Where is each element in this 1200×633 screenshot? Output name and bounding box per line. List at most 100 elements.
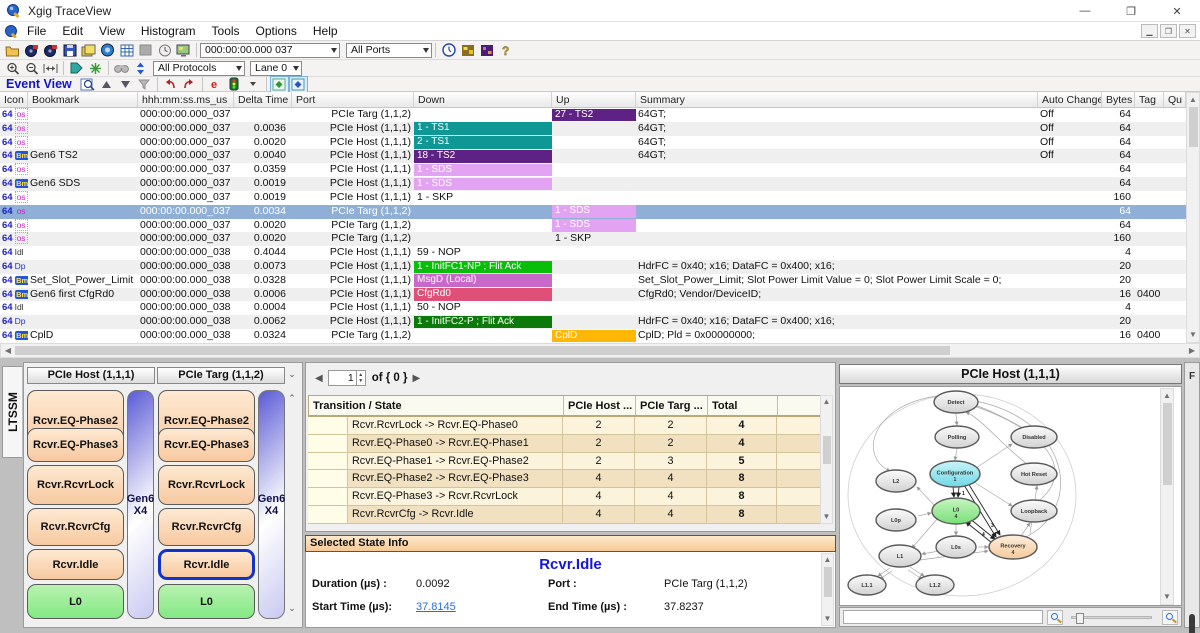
state-node-polling[interactable]: Polling <box>935 426 979 448</box>
ltssm-state-l0[interactable]: L0 <box>158 584 255 619</box>
packet-bar[interactable]: 1 - InitFC2-P ; Flit Ack <box>414 316 552 329</box>
marker-toggle-icon[interactable] <box>271 77 288 92</box>
time-position-combo[interactable]: 000:00:00.000 037 <box>200 43 340 58</box>
ltssm-state-rcvr-rcvrlock[interactable]: Rcvr.RcvrLock <box>27 465 124 505</box>
scroll-right-icon[interactable]: ▶ <box>1187 347 1197 355</box>
stop-icon[interactable] <box>137 43 154 58</box>
info-clock-icon[interactable] <box>440 43 457 58</box>
transition-row[interactable]: Rcvr.EQ-Phase3 -> Rcvr.RcvrLock448 <box>308 488 821 506</box>
table-row[interactable]: 64Idl000:00:00.000_0380.4044PCIe Host (1… <box>0 246 1186 260</box>
minimize-button[interactable]: — <box>1062 0 1108 22</box>
ltssm-state-l0[interactable]: L0 <box>27 584 124 619</box>
column-header-qu[interactable]: Qu <box>1164 92 1186 107</box>
packet-bar[interactable]: CplD <box>552 330 636 343</box>
ltssm-state-rcvr-eq-phase3[interactable]: Rcvr.EQ-Phase3 <box>158 428 255 462</box>
find-error-icon[interactable]: e <box>207 77 224 92</box>
trigger-caret-icon[interactable] <box>245 77 262 92</box>
state-node-l0[interactable]: L04 <box>932 498 980 524</box>
table-row[interactable]: 64os000:00:00.000_0370.0020PCIe Targ (1,… <box>0 219 1186 233</box>
transition-row[interactable]: Rcvr.RcvrCfg -> Rcvr.Idle448 <box>308 506 821 524</box>
menu-histogram[interactable]: Histogram <box>133 22 204 40</box>
column-header-icon[interactable]: Icon <box>0 92 28 107</box>
ltssm-side-tab[interactable]: LTSSM <box>2 366 22 458</box>
state-node-l0s[interactable]: L0s <box>936 536 976 558</box>
table-row[interactable]: 64os000:00:00.000_0370.0359PCIe Host (1,… <box>0 163 1186 177</box>
packet-bar[interactable]: 1 - SDS <box>414 178 552 191</box>
state-node-detect[interactable]: Detect <box>934 391 978 413</box>
lane-combo[interactable]: Lane 0 <box>250 61 302 76</box>
transition-row[interactable]: Rcvr.EQ-Phase1 -> Rcvr.EQ-Phase2235 <box>308 453 821 471</box>
ltssm-port-header[interactable]: PCIe Targ (1,1,2) <box>157 367 285 384</box>
transition-row[interactable]: Rcvr.EQ-Phase2 -> Rcvr.EQ-Phase3448 <box>308 470 821 488</box>
mdi-close-button[interactable]: ✕ <box>1179 24 1196 38</box>
table-row[interactable]: 64BmGen6 SDS000:00:00.000_0370.0019PCIe … <box>0 177 1186 191</box>
scroll-up-icon[interactable]: ▲ <box>821 398 832 406</box>
scroll-down-icon[interactable]: ▼ <box>1187 331 1199 339</box>
pcie-targ-header[interactable]: PCIe Targ ... <box>636 396 708 415</box>
packet-bar[interactable]: 1 - InitFC1-NP ; Flit Ack <box>414 261 552 274</box>
state-node-recovery[interactable]: Recovery4 <box>989 535 1037 559</box>
packet-bar[interactable]: MsgD (Local) <box>414 274 552 287</box>
ltssm-state-rcvr-eq-phase3[interactable]: Rcvr.EQ-Phase3 <box>27 428 124 462</box>
trigger-light-icon[interactable] <box>226 77 243 92</box>
table-row[interactable]: 64BmGen6 first CfgRd0000:00:00.000_0380.… <box>0 288 1186 302</box>
state-diagram[interactable]: Detect Polling Disabled Configuration1 Hot R… <box>840 387 1160 605</box>
scroll-down-icon[interactable]: ▼ <box>821 513 832 521</box>
grid-view-icon[interactable] <box>118 43 135 58</box>
ltssm-state-rcvr-idle[interactable]: Rcvr.Idle <box>27 549 124 580</box>
zoom-out-button[interactable] <box>1047 610 1063 625</box>
column-header-down[interactable]: Down <box>414 92 552 107</box>
pcie-host-header[interactable]: PCIe Host ... <box>564 396 636 415</box>
nav-next-icon[interactable]: ▶ <box>408 373 426 384</box>
table-row[interactable]: 64Dp000:00:00.000_0380.0073PCIe Host (1,… <box>0 260 1186 274</box>
table-row[interactable]: 64os000:00:00.000_0370.0020PCIe Host (1,… <box>0 136 1186 150</box>
state-node-hot-reset[interactable]: Hot Reset <box>1011 463 1057 485</box>
transition-state-header[interactable]: Transition / State <box>309 396 564 415</box>
menu-file[interactable]: File <box>19 22 54 40</box>
event-table-hscrollbar[interactable]: ◀ ▶ <box>0 343 1200 358</box>
packet-bar[interactable]: CfgRd0 <box>414 288 552 301</box>
fit-width-icon[interactable] <box>42 61 59 76</box>
column-header-tag[interactable]: Tag <box>1135 92 1164 107</box>
scroll-up-icon[interactable]: ▲ <box>1161 392 1173 400</box>
state-node-disabled[interactable]: Disabled <box>1011 426 1057 448</box>
event-table-vscrollbar[interactable]: ▲ ▼ <box>1186 92 1200 343</box>
ltssm-port-header[interactable]: PCIe Host (1,1,1) <box>27 367 155 384</box>
zoom-slider[interactable] <box>1071 616 1152 619</box>
table-row[interactable]: 64Idl000:00:00.000_0380.0004PCIe Host (1… <box>0 301 1186 315</box>
state-node-configuration[interactable]: Configuration1 <box>930 461 980 487</box>
state-node-l1[interactable]: L1 <box>879 545 921 567</box>
transition-row[interactable]: Rcvr.EQ-Phase0 -> Rcvr.EQ-Phase1224 <box>308 435 821 453</box>
restore-button[interactable]: ❐ <box>1108 0 1154 22</box>
expert-view-icon[interactable] <box>459 43 476 58</box>
table-row[interactable]: 64BmSet_Slot_Power_Limit000:00:00.000_03… <box>0 274 1186 288</box>
column-header-delta-time[interactable]: Delta Time <box>234 92 292 107</box>
packet-bar[interactable]: 1 - SDS <box>552 219 636 232</box>
jump-forward-icon[interactable] <box>181 77 198 92</box>
collapsed-panel-tab[interactable]: F <box>1184 362 1200 628</box>
tag-icon[interactable] <box>68 61 85 76</box>
save-all-icon[interactable] <box>80 43 97 58</box>
help-icon[interactable]: ? <box>497 43 514 58</box>
prev-event-icon[interactable] <box>98 77 115 92</box>
table-row[interactable]: 64os000:00:00.000_037PCIe Targ (1,1,2)27… <box>0 108 1186 122</box>
table-row[interactable]: 64BmCplD000:00:00.000_0380.0324PCIe Targ… <box>0 329 1186 343</box>
start-time-link[interactable]: 37.8145 <box>416 601 456 613</box>
marker-toggle-2-icon[interactable] <box>290 77 307 92</box>
menu-view[interactable]: View <box>91 22 133 40</box>
ltssm-scroll-down-icon[interactable]: ⌄ <box>285 603 299 614</box>
export-segment-icon[interactable] <box>42 43 59 58</box>
zoom-out-icon[interactable] <box>23 61 40 76</box>
diagram-vscrollbar[interactable]: ▲ ▼ <box>1160 388 1174 605</box>
table-row[interactable]: 64os000:00:00.000_0370.0020PCIe Targ (1,… <box>0 232 1186 246</box>
next-event-icon[interactable] <box>117 77 134 92</box>
splitter-grip[interactable] <box>1189 614 1195 633</box>
capture-view-icon[interactable] <box>99 43 116 58</box>
mdi-minimize-button[interactable]: ▁ <box>1141 24 1158 38</box>
ports-combo[interactable]: All Ports <box>346 43 432 58</box>
zoom-in-button[interactable] <box>1162 610 1178 625</box>
ltssm-state-rcvr-rcvrcfg[interactable]: Rcvr.RcvrCfg <box>27 508 124 546</box>
ltssm-state-rcvr-idle[interactable]: Rcvr.Idle <box>158 549 255 580</box>
transition-row[interactable]: Rcvr.RcvrLock -> Rcvr.EQ-Phase0224 <box>308 417 821 435</box>
scroll-down-icon[interactable]: ▼ <box>822 615 833 623</box>
